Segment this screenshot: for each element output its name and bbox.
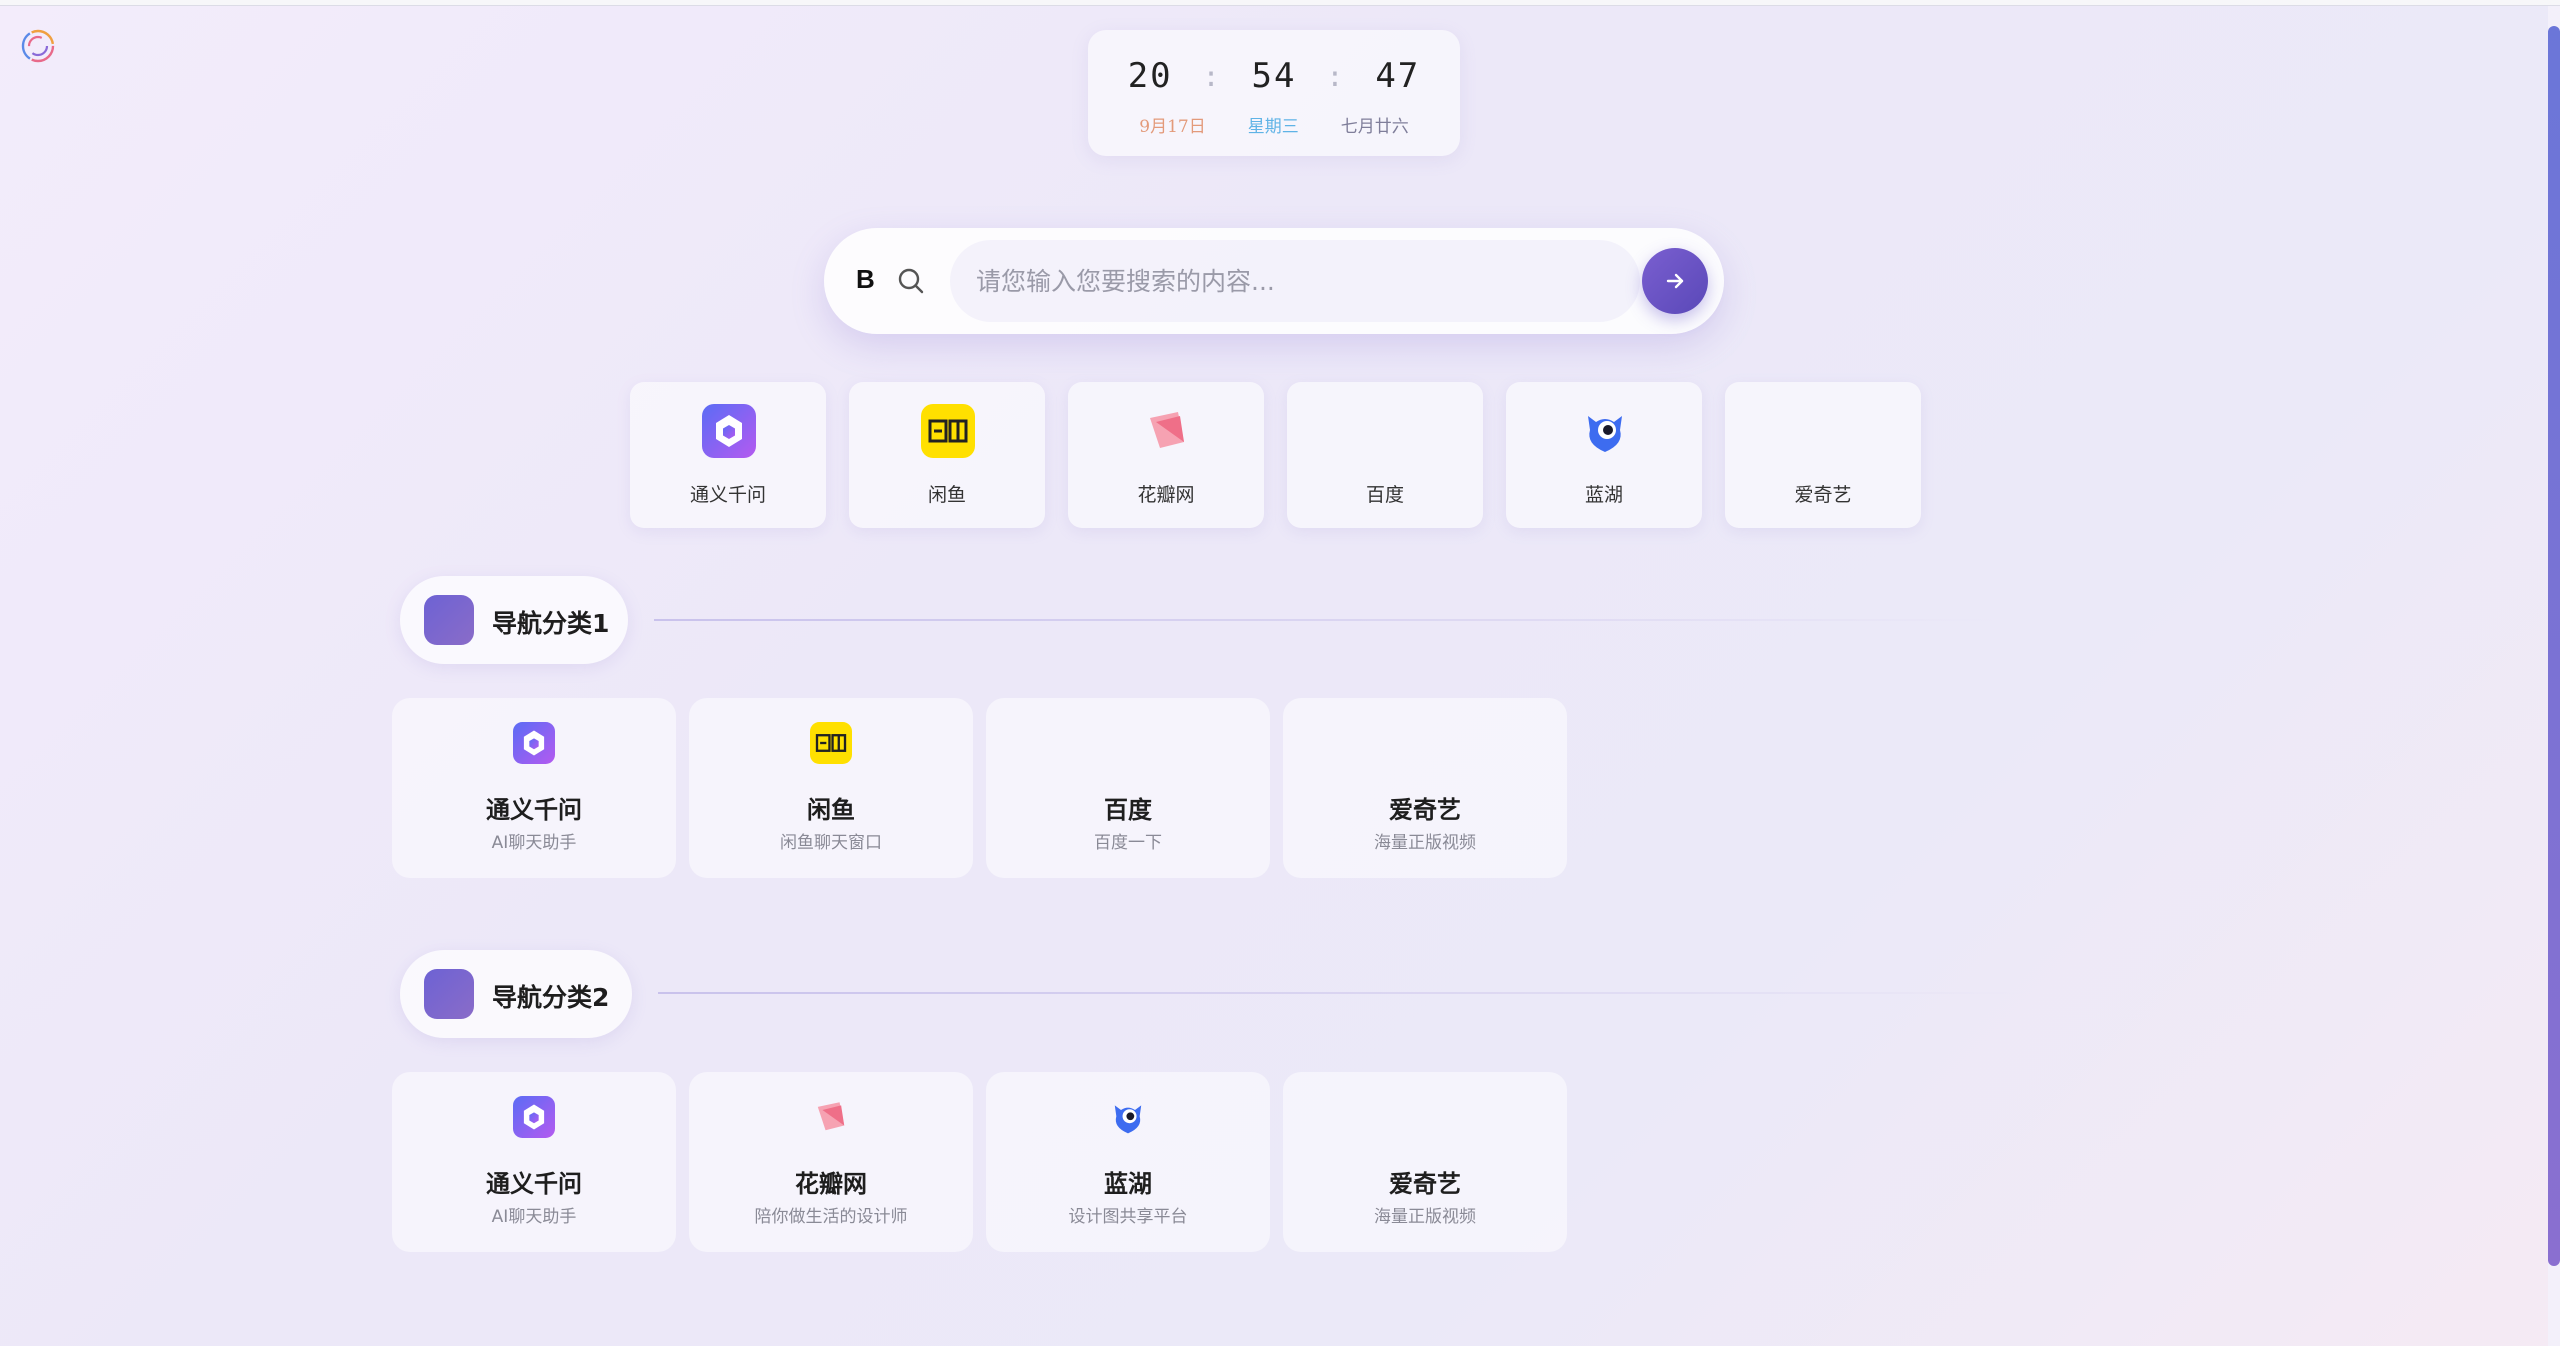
- quick-link-huaban[interactable]: 花瓣网: [1068, 382, 1264, 528]
- quick-link-xianyu[interactable]: 闲鱼: [849, 382, 1045, 528]
- clock-time: 20 : 54 : 47: [1088, 56, 1460, 96]
- clock-hours: 20: [1127, 56, 1173, 96]
- quick-link-label: 百度: [1365, 484, 1404, 506]
- category-cards: 通义千问 AI聊天助手 花瓣网 陪你做生活的设计师 蓝湖 设计图共享平台 爱奇艺…: [392, 1072, 1567, 1252]
- nav-card-desc: 百度一下: [1094, 833, 1162, 853]
- nav-card-desc: 海量正版视频: [1374, 1207, 1476, 1227]
- nav-card-iqiyi[interactable]: 爱奇艺 海量正版视频: [1283, 1072, 1567, 1252]
- scrollbar-thumb[interactable]: [2548, 26, 2560, 1266]
- nav-card-baidu[interactable]: 百度 百度一下: [986, 698, 1270, 878]
- nav-card-desc: 闲鱼聊天窗口: [780, 833, 882, 853]
- nav-card-title: 爱奇艺: [1389, 796, 1461, 824]
- xianyu-icon: [810, 722, 852, 764]
- tongyi-icon: [702, 404, 756, 458]
- tongyi-icon: [513, 1096, 555, 1138]
- search-bar: B: [824, 228, 1724, 334]
- arrow-right-icon: [1666, 273, 1684, 289]
- category-badge-icon: [424, 969, 474, 1019]
- quick-link-iqiyi[interactable]: 爱奇艺: [1725, 382, 1921, 528]
- quick-link-baidu[interactable]: 百度: [1287, 382, 1483, 528]
- clock-seconds: 47: [1375, 56, 1421, 96]
- clock-separator: :: [1202, 59, 1222, 93]
- nav-card-title: 通义千问: [486, 796, 582, 824]
- site-logo-icon[interactable]: [16, 24, 60, 68]
- clock-meta: 9月17日 星期三 七月廿六: [1088, 112, 1460, 137]
- scrollbar-track[interactable]: [2548, 6, 2560, 1346]
- tongyi-icon: [513, 722, 555, 764]
- nav-card-lanhu[interactable]: 蓝湖 设计图共享平台: [986, 1072, 1270, 1252]
- search-submit-button[interactable]: [1642, 248, 1708, 314]
- category-badge-icon: [424, 595, 474, 645]
- quick-link-tongyi[interactable]: 通义千问: [630, 382, 826, 528]
- browser-top-edge: [0, 0, 2560, 6]
- nav-card-title: 百度: [1104, 796, 1152, 824]
- nav-card-desc: 陪你做生活的设计师: [754, 1207, 908, 1227]
- nav-card-title: 花瓣网: [795, 1170, 867, 1198]
- huaban-icon: [817, 1102, 845, 1131]
- nav-card-title: 通义千问: [486, 1170, 582, 1198]
- lanhu-icon: [1114, 1105, 1142, 1134]
- nav-card-xianyu[interactable]: 闲鱼 闲鱼聊天窗口: [689, 698, 973, 878]
- clock-lunar-date: 七月廿六: [1340, 117, 1409, 137]
- category-title: 导航分类2: [492, 983, 610, 1012]
- quick-link-label: 蓝湖: [1584, 484, 1623, 506]
- nav-card-desc: 海量正版视频: [1374, 833, 1476, 853]
- quick-link-label: 闲鱼: [927, 484, 966, 506]
- huaban-icon: [1150, 412, 1184, 448]
- quick-link-lanhu[interactable]: 蓝湖: [1506, 382, 1702, 528]
- clock-separator: :: [1326, 59, 1346, 93]
- nav-card-desc: 设计图共享平台: [1068, 1207, 1188, 1227]
- search-engine-selector[interactable]: B: [856, 264, 875, 295]
- search-input[interactable]: [950, 240, 1640, 322]
- nav-card-tongyi[interactable]: 通义千问 AI聊天助手: [392, 1072, 676, 1252]
- quick-links: 通义千问 闲鱼 花瓣网 百度 蓝湖 爱奇艺: [630, 382, 1921, 528]
- category-cards: 通义千问 AI聊天助手 闲鱼 闲鱼聊天窗口 百度 百度一下 爱奇艺 海量正版视频: [392, 698, 1567, 878]
- lanhu-icon: [1588, 416, 1622, 452]
- clock-widget: 20 : 54 : 47 9月17日 星期三 七月廿六: [1088, 30, 1460, 156]
- clock-weekday: 星期三: [1247, 117, 1299, 137]
- nav-card-desc: AI聊天助手: [491, 833, 577, 853]
- clock-date: 9月17日: [1139, 117, 1206, 137]
- nav-card-title: 爱奇艺: [1389, 1170, 1461, 1198]
- nav-card-iqiyi[interactable]: 爱奇艺 海量正版视频: [1283, 698, 1567, 878]
- nav-card-desc: AI聊天助手: [491, 1207, 577, 1227]
- clock-minutes: 54: [1251, 56, 1297, 96]
- quick-link-label: 花瓣网: [1137, 484, 1195, 506]
- quick-link-label: 通义千问: [689, 484, 766, 506]
- category-title: 导航分类1: [492, 609, 610, 638]
- nav-card-title: 蓝湖: [1104, 1170, 1152, 1198]
- nav-card-tongyi[interactable]: 通义千问 AI聊天助手: [392, 698, 676, 878]
- nav-card-huaban[interactable]: 花瓣网 陪你做生活的设计师: [689, 1072, 973, 1252]
- category-header: 导航分类2: [400, 950, 632, 1038]
- category-divider: [654, 619, 1994, 621]
- category-header: 导航分类1: [400, 576, 628, 664]
- nav-card-title: 闲鱼: [807, 796, 855, 824]
- category-divider: [658, 992, 2028, 994]
- search-icon: [898, 268, 924, 294]
- xianyu-icon: [921, 404, 975, 458]
- quick-link-label: 爱奇艺: [1794, 484, 1852, 506]
